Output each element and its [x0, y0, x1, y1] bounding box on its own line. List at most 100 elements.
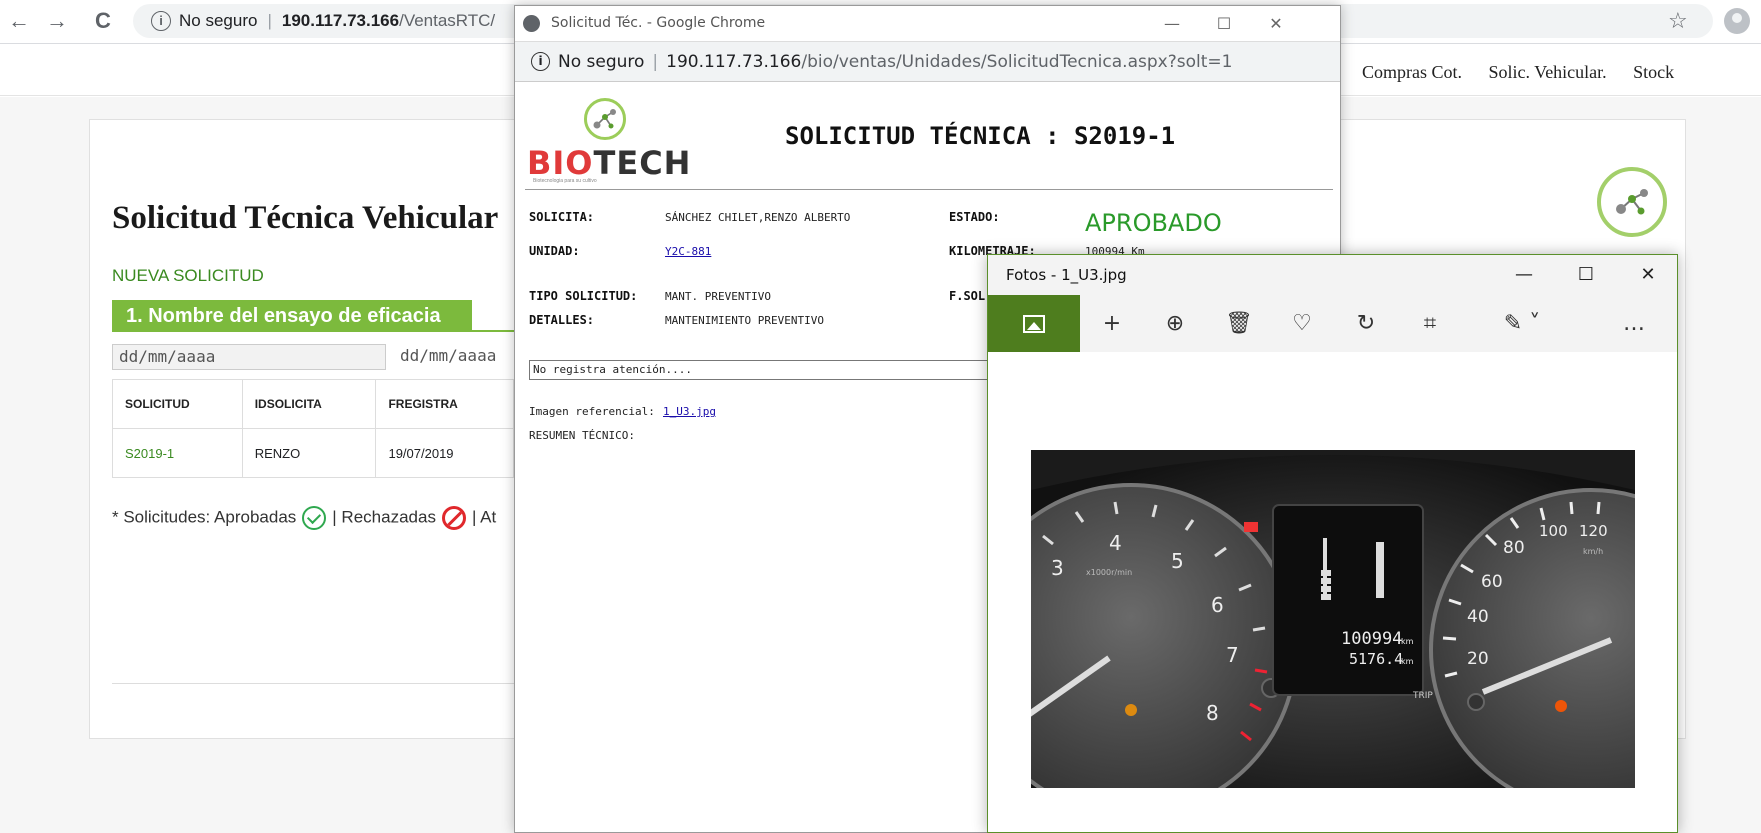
solicita-label: SOLICITA:: [529, 210, 595, 224]
date-from-input[interactable]: dd/mm/aaaa: [112, 344, 386, 370]
logo-bio-text: BIO: [527, 144, 594, 182]
trip-readout: 5176.4: [1349, 650, 1403, 668]
info-icon[interactable]: i: [151, 10, 171, 31]
status-legend: * Solicitudes: Aprobadas | Rechazadas | At: [112, 506, 496, 530]
unidad-link[interactable]: Y2C-881: [665, 245, 711, 258]
popup-security-label: No seguro: [558, 52, 645, 72]
detalles-label: DETALLES:: [529, 313, 595, 327]
popup-address-bar[interactable]: i No seguro | 190.117.73.166/bio/ventas/Uni…: [515, 41, 1340, 82]
photos-app-window: Fotos - 1_U3.jpg — ☐ ✕ + ⊕ 🗑 ♡ ↻ ⌗ ✎ ˅ …: [987, 254, 1678, 833]
rpm-tick: 7: [1226, 643, 1239, 667]
column-header[interactable]: FREGISTRA: [375, 379, 514, 429]
legend-attended-label: | At: [471, 507, 497, 527]
fecha-solicitud-label: F.SOL: [949, 289, 986, 303]
popup-url-path: /bio/ventas/Unidades/SolicitudTecnica.as…: [801, 52, 1233, 72]
solicita-value: SÁNCHEZ CHILET,RENZO ALBERTO: [665, 211, 851, 224]
speed-tick: 80: [1503, 538, 1525, 558]
date-cell: 19/07/2019: [375, 428, 514, 478]
warning-light-icon: [1555, 700, 1567, 712]
logo-tech-text: TECH: [593, 144, 692, 182]
speed-unit-label: km/h: [1583, 547, 1603, 556]
new-request-link[interactable]: NUEVA SOLICITUD: [112, 266, 264, 286]
detalles-value: MANTENIMIENTO PREVENTIVO: [665, 314, 824, 327]
dashboard-photo: 3 4 5 6 7 8 x1000r/min 100994 km 5176.4 …: [1031, 450, 1635, 788]
column-header[interactable]: IDSOLICITA: [241, 379, 377, 429]
rpm-unit-label: x1000r/min: [1086, 568, 1132, 577]
request-code-cell[interactable]: S2019-1: [112, 428, 243, 478]
speed-tick: 100: [1539, 522, 1568, 540]
rpm-tick: 5: [1171, 549, 1184, 573]
column-header[interactable]: SOLICITUD: [112, 379, 243, 429]
picture-icon: [1023, 315, 1045, 333]
popup-minimize-button[interactable]: —: [1149, 6, 1195, 41]
popup-close-button[interactable]: ✕: [1253, 6, 1299, 41]
warning-light-icon: [1244, 522, 1258, 532]
more-options-icon[interactable]: …: [1610, 295, 1658, 352]
speed-tick: 120: [1579, 522, 1608, 540]
popup-titlebar[interactable]: Solicitud Téc. - Google Chrome — ☐ ✕: [515, 6, 1340, 41]
url-path: /VentasRTC/: [399, 11, 496, 30]
tipo-solicitud-value: MANT. PREVENTIVO: [665, 290, 771, 303]
request-heading: SOLICITUD TÉCNICA : S2019-1: [785, 122, 1176, 150]
popup-url-host: 190.117.73.166: [666, 52, 802, 72]
forward-icon[interactable]: →: [44, 8, 70, 34]
trip-label: TRIP: [1412, 691, 1433, 701]
legend-rejected-label: | Rechazadas: [332, 507, 436, 527]
gallery-button[interactable]: [988, 295, 1080, 352]
site-nav: Compras Cot. Solic. Vehicular. Stock: [1362, 62, 1696, 83]
profile-avatar-icon[interactable]: [1724, 8, 1750, 34]
biotech-logo: BIOTECH Biotecnologia para su cultivo: [527, 98, 690, 184]
rpm-tick: 8: [1206, 701, 1219, 725]
logo-tagline: Biotecnologia para su cultivo: [533, 178, 597, 184]
photos-titlebar[interactable]: Fotos - 1_U3.jpg — ☐ ✕: [988, 255, 1677, 295]
imagen-link[interactable]: 1_U3.jpg: [663, 405, 716, 418]
reload-icon[interactable]: C: [90, 8, 116, 34]
edit-draw-icon[interactable]: ✎ ˅: [1492, 295, 1552, 352]
imagen-label: Imagen referencial:: [529, 405, 655, 418]
resumen-label: RESUMEN TÉCNICO:: [529, 429, 635, 442]
odometer-readout: 100994: [1341, 629, 1402, 649]
biotech-logo-icon: [1597, 167, 1667, 237]
back-icon[interactable]: ←: [6, 8, 32, 34]
nav-compras-cot[interactable]: Compras Cot.: [1362, 62, 1462, 82]
crop-icon[interactable]: ⌗: [1406, 295, 1454, 352]
rejected-prohibited-icon: [441, 506, 466, 530]
nav-solic-vehicular[interactable]: Solic. Vehicular.: [1489, 62, 1607, 82]
zoom-icon[interactable]: ⊕: [1151, 295, 1199, 352]
photos-maximize-button[interactable]: ☐: [1556, 255, 1616, 295]
rpm-tick: 4: [1109, 531, 1122, 555]
table-row[interactable]: S2019-1 RENZO 19/07/2019: [112, 428, 514, 478]
info-icon[interactable]: i: [531, 51, 550, 71]
rpm-tick: 6: [1211, 593, 1224, 617]
odometer-unit: km: [1401, 637, 1414, 646]
heading-divider: [525, 189, 1333, 190]
biotech-molecule-icon: [584, 98, 626, 140]
photos-close-button[interactable]: ✕: [1618, 255, 1678, 295]
popup-maximize-button[interactable]: ☐: [1201, 6, 1247, 41]
speed-tick: 40: [1467, 607, 1489, 627]
section-divider: [112, 330, 532, 332]
estado-label: ESTADO:: [949, 210, 1000, 224]
chrome-icon: [523, 15, 540, 32]
requests-table: SOLICITUD IDSOLICITA FREGISTRA S2019-1 R…: [112, 379, 514, 478]
rotate-icon[interactable]: ↻: [1342, 295, 1390, 352]
nav-stock[interactable]: Stock: [1633, 62, 1674, 82]
photos-title: Fotos - 1_U3.jpg: [1006, 266, 1127, 284]
table-header-row: SOLICITUD IDSOLICITA FREGISTRA: [112, 379, 514, 429]
add-to-icon[interactable]: +: [1088, 295, 1136, 352]
date-to-input[interactable]: dd/mm/aaaa: [394, 344, 514, 370]
approved-check-icon: [302, 506, 327, 530]
favorite-heart-icon[interactable]: ♡: [1278, 295, 1326, 352]
photos-minimize-button[interactable]: —: [1494, 255, 1554, 295]
delete-icon[interactable]: 🗑: [1215, 295, 1263, 352]
url-host: 190.117.73.166: [281, 11, 400, 30]
legend-approved-label: * Solicitudes: Aprobadas: [112, 507, 297, 527]
rpm-tick: 3: [1051, 556, 1064, 580]
section-header: 1. Nombre del ensayo de eficacia: [112, 300, 472, 332]
unidad-label: UNIDAD:: [529, 244, 580, 258]
bookmark-star-icon[interactable]: ☆: [1668, 8, 1688, 34]
trip-unit: km: [1401, 657, 1414, 666]
atencion-field: No registra atención....: [529, 360, 989, 380]
speed-tick: 60: [1481, 572, 1503, 592]
estado-status-badge: APROBADO: [1085, 209, 1222, 237]
